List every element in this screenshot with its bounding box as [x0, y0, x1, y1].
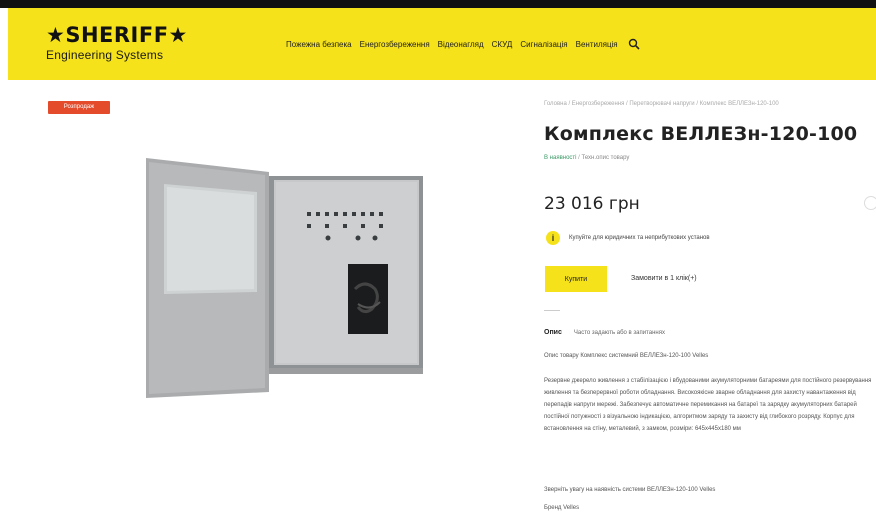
nav-item-fire-safety[interactable]: Пожежна безпека — [286, 40, 352, 49]
main-nav: Пожежна безпека Енергозбереження Відеона… — [286, 38, 640, 50]
stock-status: В наявності / Техн.опис товару — [544, 155, 629, 161]
side-scroll-icon[interactable] — [864, 196, 876, 210]
nav-item-video[interactable]: Відеонагляд — [438, 40, 484, 49]
product-price: 23 016 грн — [544, 194, 640, 214]
product-spec-link[interactable]: Техн.опис товару — [582, 155, 630, 161]
tab-questions[interactable]: Часто задають або в запитаннях — [574, 330, 665, 336]
quick-order-link[interactable]: Замовити в 1 клік(+) — [631, 275, 697, 282]
info-icon: i — [546, 231, 560, 245]
brand-name: ★SHERIFF★ — [46, 23, 188, 47]
product-image[interactable] — [143, 154, 428, 400]
brand-logo[interactable]: ★SHERIFF★ Engineering Systems — [46, 24, 188, 62]
buy-button[interactable]: Купити — [545, 266, 607, 292]
search-icon[interactable] — [628, 38, 640, 50]
nav-item-energy[interactable]: Енергозбереження — [360, 40, 430, 49]
nav-item-ventilation[interactable]: Вентиляція — [576, 40, 618, 49]
description-heading: Опис товару Комплекс системний ВЕЛЛЕЗн-1… — [544, 353, 709, 359]
brand-tagline: Engineering Systems — [46, 48, 164, 62]
nav-item-alarm[interactable]: Сигналізація — [520, 40, 567, 49]
purchase-notice: i Купуйте для юридичних та неприбуткових… — [546, 231, 710, 245]
tab-description[interactable]: Опис — [544, 329, 562, 336]
nav-item-access-control[interactable]: СКУД — [492, 40, 513, 49]
product-title: Комплекс ВЕЛЛЕЗн-120-100 — [544, 123, 858, 145]
top-dark-strip — [0, 0, 876, 8]
site-header: ★SHERIFF★ Engineering Systems Пожежна бе… — [8, 8, 876, 80]
stock-separator: / — [578, 155, 580, 161]
description-note: Зверніть увагу на наявність системи ВЕЛЛ… — [544, 487, 716, 493]
description-brand: Бренд Velles — [544, 505, 580, 511]
in-stock-label: В наявності — [544, 155, 577, 161]
notice-text: Купуйте для юридичних та неприбуткових у… — [569, 235, 710, 241]
sale-badge: Розпродаж — [48, 101, 110, 114]
divider — [544, 310, 560, 311]
product-tabs: Опис Часто задають або в запитаннях — [544, 329, 665, 336]
description-paragraph: Резервне джерело живлення з стабілізаціє… — [544, 378, 872, 432]
breadcrumb[interactable]: Головна / Енергозбереження / Перетворюва… — [544, 101, 779, 107]
